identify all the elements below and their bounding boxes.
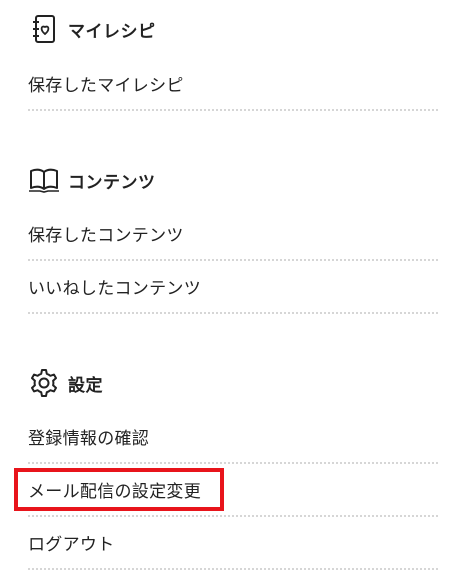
section-title-my-recipes: マイレシピ [68,21,156,42]
section-title-settings: 設定 [68,375,103,396]
section-header-contents: コンテンツ [28,155,438,205]
section-contents: コンテンツ 保存したコンテンツ いいねしたコンテンツ [28,155,438,314]
menu-item-saved-my-recipes[interactable]: 保存したマイレシピ [28,58,438,111]
open-book-icon [28,164,60,196]
menu-item-label: ログアウト [28,535,115,555]
menu-item-saved-contents[interactable]: 保存したコンテンツ [28,208,438,261]
section-header-settings: 設定 [28,358,438,408]
menu-item-label: いいねしたコンテンツ [28,279,201,299]
section-settings: 設定 登録情報の確認 メール配信の設定変更 ログアウト [14,358,438,570]
section-title-contents: コンテンツ [68,172,156,193]
menu-item-label: メール配信の設定変更 [28,482,201,502]
gear-icon [28,367,60,399]
section-my-recipes: マイレシピ 保存したマイレシピ [28,4,438,111]
menu-item-email-settings[interactable]: メール配信の設定変更 [14,464,438,517]
menu-item-logout[interactable]: ログアウト [28,517,438,570]
menu-item-label: 保存したコンテンツ [28,226,184,246]
section-header-my-recipes: マイレシピ [28,4,438,54]
menu-item-label: 保存したマイレシピ [28,76,184,96]
menu-item-liked-contents[interactable]: いいねしたコンテンツ [28,261,438,314]
menu-item-label: 登録情報の確認 [28,429,150,449]
menu-item-account-info[interactable]: 登録情報の確認 [28,411,438,464]
recipe-notebook-icon [28,13,60,45]
